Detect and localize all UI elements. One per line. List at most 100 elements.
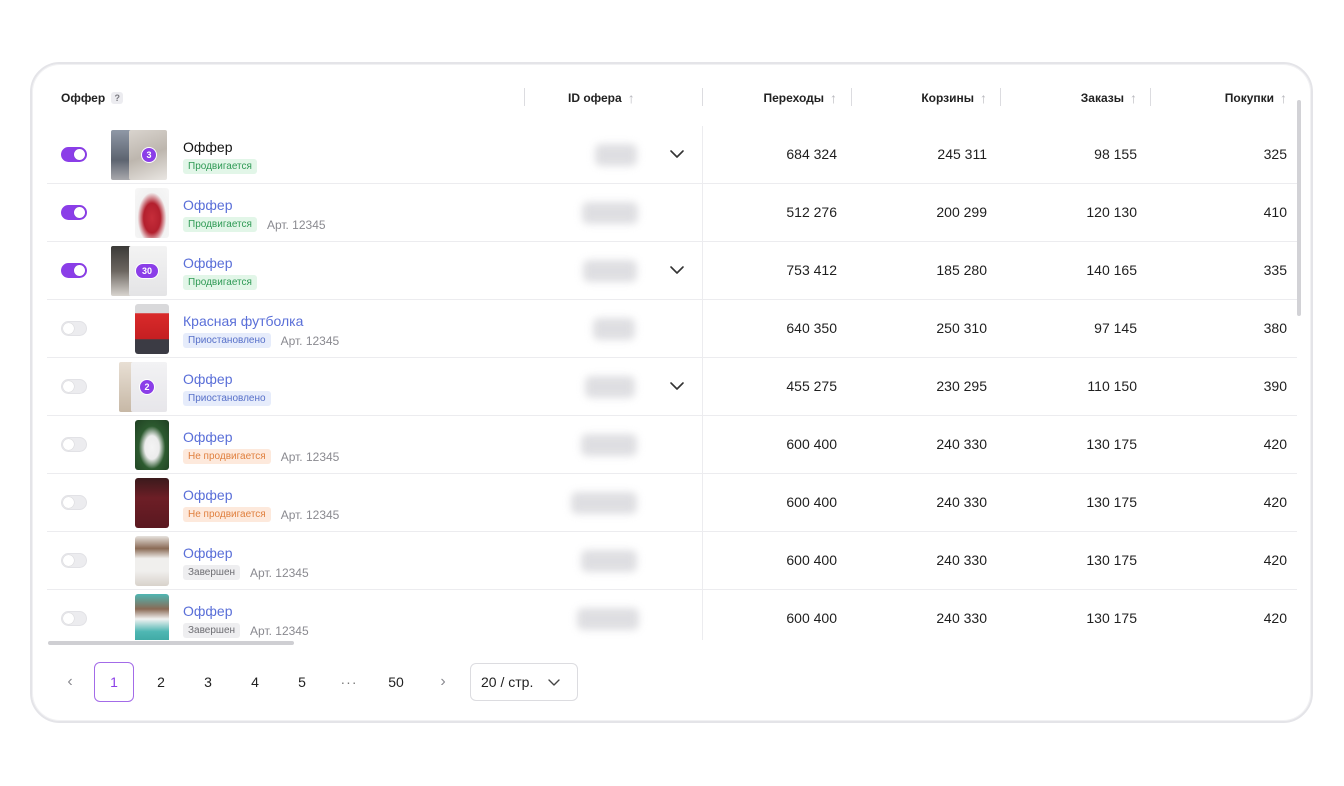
page-size-select[interactable]: 20 / стр. [470, 663, 578, 701]
page-button-1[interactable]: 1 [94, 662, 134, 702]
column-divider[interactable] [524, 88, 525, 106]
carts-cell: 185 280 [936, 262, 987, 278]
col-purchases-header[interactable]: Покупки ↑ [1225, 90, 1287, 106]
toggle-knob [63, 381, 74, 392]
carts-cell: 250 310 [936, 320, 987, 336]
clicks-cell: 600 400 [786, 436, 837, 452]
column-divider[interactable] [851, 88, 852, 106]
table-row[interactable]: 30 Оффер Продвигается 753 412 185 280 14… [47, 242, 1297, 300]
orders-cell: 140 165 [1086, 262, 1137, 278]
pagination-ellipsis[interactable]: ··· [329, 662, 369, 702]
promotion-toggle[interactable] [61, 611, 87, 626]
offer-name-link[interactable]: Оффер [183, 429, 233, 445]
page-button-5[interactable]: 5 [282, 662, 322, 702]
prev-page-button[interactable]: ‹ [50, 662, 90, 702]
chevron-down-icon[interactable] [668, 261, 686, 279]
carts-cell: 230 295 [936, 378, 987, 394]
offer-name-link[interactable]: Оффер [183, 139, 233, 155]
promotion-toggle[interactable] [61, 205, 87, 220]
table-row[interactable]: 2 Оффер Приостановлено 455 275 230 295 1… [47, 358, 1297, 416]
column-divider [702, 184, 703, 242]
sort-arrow-up-icon[interactable]: ↑ [1280, 90, 1287, 106]
help-icon[interactable]: ? [111, 92, 124, 104]
offer-meta: Не продвигается Арт. 12345 [183, 507, 339, 522]
promotion-toggle[interactable] [61, 553, 87, 568]
product-image[interactable] [135, 304, 169, 354]
carts-cell: 240 330 [936, 436, 987, 452]
col-carts-header[interactable]: Корзины ↑ [921, 90, 987, 106]
chevron-down-icon[interactable] [668, 145, 686, 163]
offer-meta: Продвигается [183, 275, 257, 290]
promotion-toggle[interactable] [61, 263, 87, 278]
purchases-cell: 335 [1263, 262, 1287, 278]
status-badge: Продвигается [183, 159, 257, 174]
orders-cell: 110 150 [1087, 378, 1137, 394]
offer-name-link[interactable]: Оффер [183, 197, 233, 213]
table-row[interactable]: Оффер Завершен Арт. 12345 600 400 240 33… [47, 590, 1297, 640]
promotion-toggle[interactable] [61, 379, 87, 394]
promotion-toggle[interactable] [61, 437, 87, 452]
page-button-4[interactable]: 4 [235, 662, 275, 702]
table-row[interactable]: Оффер Продвигается Арт. 12345 512 276 20… [47, 184, 1297, 242]
offer-name-link[interactable]: Оффер [183, 371, 233, 387]
article-number: Арт. 12345 [250, 623, 309, 638]
col-offer-id-header[interactable]: ID офера ↑ [568, 90, 635, 106]
table-body: 3 Оффер Продвигается 684 324 245 311 98 … [47, 126, 1297, 640]
carts-cell: 200 299 [936, 204, 987, 220]
product-thumbnail-group[interactable]: 2 [119, 362, 169, 412]
column-divider[interactable] [702, 88, 703, 106]
product-image[interactable] [135, 594, 169, 640]
carts-cell: 240 330 [936, 494, 987, 510]
page-button-50[interactable]: 50 [376, 662, 416, 702]
product-thumbnail-group[interactable]: 30 [111, 246, 169, 296]
offer-name-link[interactable]: Оффер [183, 487, 233, 503]
page-button-2[interactable]: 2 [141, 662, 181, 702]
clicks-cell: 600 400 [786, 552, 837, 568]
product-thumbnail-group[interactable]: 3 [111, 130, 169, 180]
product-image[interactable] [135, 420, 169, 470]
page-button-3[interactable]: 3 [188, 662, 228, 702]
col-offer-header[interactable]: Оффер ? [61, 90, 124, 106]
promotion-toggle[interactable] [61, 147, 87, 162]
purchases-cell: 420 [1263, 436, 1287, 452]
promotion-toggle[interactable] [61, 321, 87, 336]
sort-arrow-up-icon[interactable]: ↑ [628, 90, 635, 106]
offer-name-link[interactable]: Оффер [183, 255, 233, 271]
product-image[interactable] [135, 188, 169, 238]
table-row[interactable]: Оффер Не продвигается Арт. 12345 600 400… [47, 474, 1297, 532]
table-row[interactable]: Красная футболка Приостановлено Арт. 123… [47, 300, 1297, 358]
orders-cell: 98 155 [1094, 146, 1137, 162]
horizontal-scrollbar[interactable] [48, 641, 294, 645]
next-page-button[interactable]: › [423, 662, 463, 702]
table-row[interactable]: Оффер Не продвигается Арт. 12345 600 400… [47, 416, 1297, 474]
offer-meta: Не продвигается Арт. 12345 [183, 449, 339, 464]
offer-name-link[interactable]: Красная футболка [183, 313, 303, 329]
offer-name-link[interactable]: Оффер [183, 545, 233, 561]
table-row[interactable]: Оффер Завершен Арт. 12345 600 400 240 33… [47, 532, 1297, 590]
column-divider[interactable] [1150, 88, 1151, 106]
col-clicks-header[interactable]: Переходы ↑ [763, 90, 837, 106]
sort-arrow-up-icon[interactable]: ↑ [980, 90, 987, 106]
article-number: Арт. 12345 [280, 507, 340, 522]
status-badge: Не продвигается [183, 507, 271, 522]
sort-arrow-up-icon[interactable]: ↑ [1130, 90, 1137, 106]
table-row[interactable]: 3 Оффер Продвигается 684 324 245 311 98 … [47, 126, 1297, 184]
product-image[interactable] [135, 478, 169, 528]
pagination: ‹ 1 2 3 4 5 ··· 50 › 20 / стр. [50, 662, 590, 702]
status-badge: Приостановлено [183, 391, 271, 406]
status-badge: Приостановлено [183, 333, 271, 348]
purchases-cell: 420 [1263, 610, 1287, 626]
status-badge: Завершен [183, 565, 241, 580]
promotion-toggle[interactable] [61, 495, 87, 510]
product-image[interactable] [135, 536, 169, 586]
chevron-down-icon[interactable] [668, 377, 686, 395]
sort-arrow-up-icon[interactable]: ↑ [830, 90, 837, 106]
purchases-cell: 410 [1263, 204, 1287, 220]
orders-cell: 130 175 [1086, 552, 1137, 568]
vertical-scrollbar[interactable] [1297, 100, 1301, 316]
col-orders-header[interactable]: Заказы ↑ [1081, 90, 1137, 106]
column-divider[interactable] [1000, 88, 1001, 106]
offer-name-link[interactable]: Оффер [183, 603, 233, 619]
toggle-knob [63, 613, 74, 624]
carts-cell: 240 330 [936, 552, 987, 568]
